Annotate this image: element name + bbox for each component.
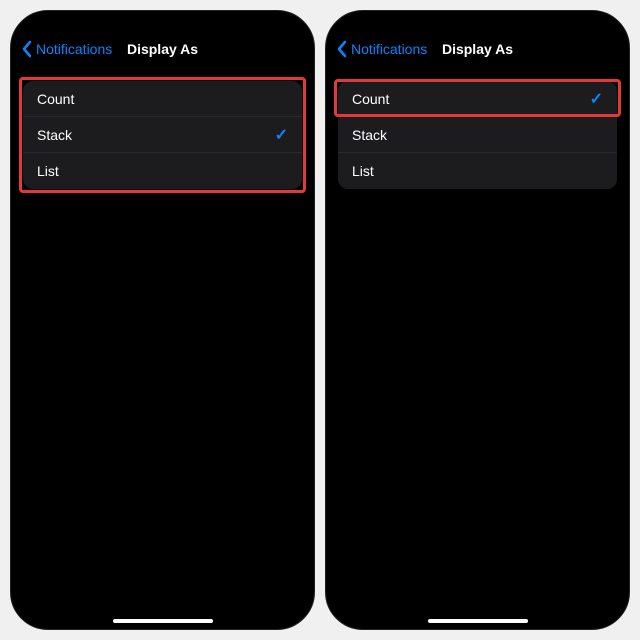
option-list[interactable]: List <box>338 153 617 189</box>
option-list[interactable]: List <box>23 153 302 189</box>
option-stack[interactable]: Stack <box>338 117 617 153</box>
option-count[interactable]: Count ✓ <box>338 81 617 117</box>
back-label: Notifications <box>351 41 427 57</box>
option-count[interactable]: Count <box>23 81 302 117</box>
option-label: Count <box>352 91 389 107</box>
chevron-left-icon <box>21 40 33 58</box>
page-title: Display As <box>442 41 513 57</box>
content-area: Count ✓ Stack List <box>326 67 629 629</box>
options-list: Count Stack ✓ List <box>23 81 302 189</box>
option-stack[interactable]: Stack ✓ <box>23 117 302 153</box>
option-label: Stack <box>37 127 72 143</box>
chevron-left-icon <box>336 40 348 58</box>
option-label: Count <box>37 91 74 107</box>
back-label: Notifications <box>36 41 112 57</box>
options-list: Count ✓ Stack List <box>338 81 617 189</box>
notch <box>418 11 538 33</box>
back-button[interactable]: Notifications <box>21 40 112 58</box>
home-indicator[interactable] <box>113 619 213 623</box>
option-label: Stack <box>352 127 387 143</box>
checkmark-icon: ✓ <box>275 125 288 145</box>
content-area: Count Stack ✓ List <box>11 67 314 629</box>
home-indicator[interactable] <box>428 619 528 623</box>
back-button[interactable]: Notifications <box>336 40 427 58</box>
option-label: List <box>352 163 374 179</box>
notch <box>103 11 223 33</box>
page-title: Display As <box>127 41 198 57</box>
option-label: List <box>37 163 59 179</box>
phone-right: Notifications Display As Count ✓ Stack L… <box>325 10 630 630</box>
phone-left: Notifications Display As Count Stack ✓ L… <box>10 10 315 630</box>
checkmark-icon: ✓ <box>590 89 603 109</box>
